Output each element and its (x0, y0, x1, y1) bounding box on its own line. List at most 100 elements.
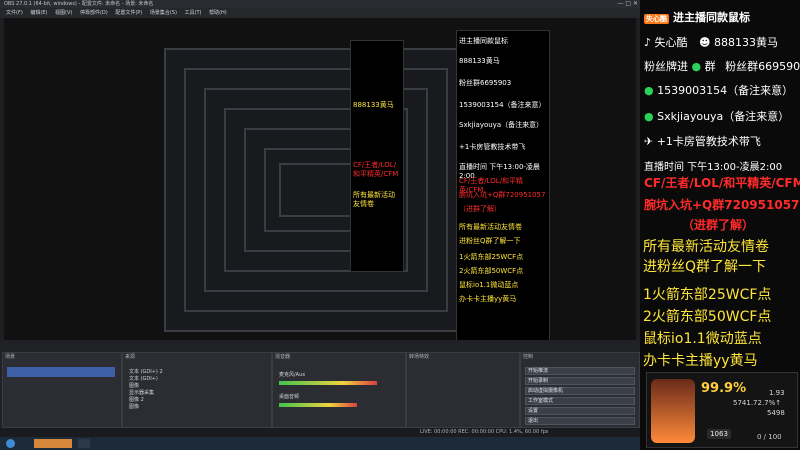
stats-value-2: 5498 (767, 409, 785, 417)
transitions-dock: 转场特效 (406, 352, 520, 428)
exit-label: 退出 (528, 418, 539, 424)
docks-area: 场景 来源 文本 (GDI+) 2 文本 (GDI+) 图像 显示器采集 图像 … (0, 340, 640, 428)
virtual-camera-button[interactable]: 启动虚拟摄像机 (525, 387, 635, 395)
studio-mode-label: 工作室模式 (528, 398, 554, 404)
mixer-dock: 混音器 麦克风/Aux 桌面音频 (272, 352, 406, 428)
overlay-join-line: 腕坑入坑+Q群720951057 (644, 196, 800, 213)
overlay-plane: +1卡房管教技术带飞 (656, 135, 761, 148)
mini-2-line2: 粉丝群6695903 (459, 79, 512, 87)
overlay-wx: Sxkjiayouya（备注来意） (657, 110, 790, 123)
source-item[interactable]: 图像 (129, 383, 265, 390)
mini-2-item3: 鼠标io1.1微动蓝点 (459, 281, 519, 289)
sources-title: 来源 (125, 354, 136, 360)
mixer-title: 混音器 (275, 354, 291, 360)
overlay-phone-line: ● 1539003154（备注来意） (644, 82, 798, 98)
start-recording-button[interactable]: 开始录制 (525, 377, 635, 385)
exit-button[interactable]: 退出 (525, 417, 635, 425)
overlay-item4: 办卡卡主播yy黄马 (643, 353, 758, 369)
start-streaming-label: 开始推流 (528, 368, 549, 374)
transitions-title: 转场特效 (409, 354, 430, 360)
mini-1-line1: 888133黄马 (353, 101, 394, 109)
stream-overlay-panel: 失心酷 进主播同款鼠标 ♪ 失心酷 ☻ 888133黄马 粉丝牌进 ● 群 粉丝群… (640, 0, 800, 450)
menu-help[interactable]: 帮助(H) (209, 10, 227, 16)
rocket-icon: ✈ (644, 135, 657, 148)
menu-file[interactable]: 文件(F) (6, 10, 23, 16)
overlay-join2-line: （进群了解） (644, 216, 792, 233)
overlay-line2-value: 粉丝群6695903 (725, 60, 800, 73)
source-item[interactable]: 文本 (GDI+) 2 (129, 369, 265, 376)
stats-value-1: 5741.72.7%↑ (733, 399, 782, 407)
mini-2-header: 进主播同款鼠标 (459, 37, 508, 45)
stats-card: 99.9% 5741.72.7%↑ 5498 1.93 1063 0 / 100 (646, 372, 798, 448)
menu-scene-collection[interactable]: 场景集合(S) (150, 10, 177, 16)
source-item[interactable]: 图像 (129, 404, 265, 411)
overlay-header: 失心酷 进主播同款鼠标 (644, 9, 798, 25)
overlay-line1: ♪ 失心酷 ☻ 888133黄马 (644, 34, 798, 50)
avatar-icon: ☻ (699, 36, 714, 49)
studio-mode-button[interactable]: 工作室模式 (525, 397, 635, 405)
overlay-item3-line: 鼠标io1.1微动蓝点 (643, 328, 798, 348)
menu-profile[interactable]: 配置文件(P) (115, 10, 142, 16)
settings-button[interactable]: 设置 (525, 407, 635, 415)
sources-dock: 来源 文本 (GDI+) 2 文本 (GDI+) 图像 显示器采集 图像 2 图… (122, 352, 272, 428)
mini-2-join2: （进群了解） (459, 205, 501, 213)
stats-value-3: 1.93 (769, 389, 785, 397)
mini-2-promo1: 所有最新活动友情卷 (459, 223, 522, 231)
overlay-line1-label: 失心酷 (654, 36, 688, 49)
overlay-item4-line: 办卡卡主播yy黄马 (643, 350, 798, 370)
wechat-icon: ● (691, 60, 705, 73)
overlay-line2-mid: 群 (704, 60, 716, 73)
start-streaming-button[interactable]: 开始推流 (525, 367, 635, 375)
overlay-phone: 1539003154（备注来意） (657, 84, 794, 97)
overlay-item3: 鼠标io1.1微动蓝点 (643, 331, 762, 347)
start-icon[interactable] (6, 439, 15, 448)
taskbar-app-1[interactable] (34, 439, 72, 448)
source-item[interactable]: 显示器采集 (129, 390, 265, 397)
overlay-item1-line: 1火箭东部25WCF点 (643, 284, 798, 304)
titlebar: OBS 27.0.1 (64-bit, windows) - 配置文件: 未命名… (0, 0, 640, 8)
window-title: OBS 27.0.1 (64-bit, windows) - 配置文件: 未命名… (4, 1, 154, 7)
scenes-title: 场景 (5, 354, 16, 360)
virtual-camera-label: 启动虚拟摄像机 (528, 388, 564, 394)
overlay-header-text: 进主播同款鼠标 (673, 11, 750, 24)
menu-view[interactable]: 视图(V) (55, 10, 72, 16)
sources-list: 文本 (GDI+) 2 文本 (GDI+) 图像 显示器采集 图像 2 图像 (129, 369, 265, 411)
mixer-track-2-label: 桌面音频 (279, 394, 300, 400)
mini-2-wx: Sxkjiayouya（备注来意） (459, 121, 544, 129)
overlay-time: 直播时间 下午13:00-凌晨2:00 (644, 162, 783, 173)
overlay-item2-line: 2火箭东部50WCF点 (643, 306, 798, 326)
scene-selected[interactable] (7, 367, 115, 377)
mini-2-line1: 888133黄马 (459, 57, 500, 65)
controls-dock: 控制 开始推流 开始录制 启动虚拟摄像机 工作室模式 设置 退出 (520, 352, 640, 428)
stats-percent: 99.9% (701, 381, 747, 396)
obs-window: OBS 27.0.1 (64-bit, windows) - 配置文件: 未命名… (0, 0, 640, 450)
menu-edit[interactable]: 编辑(E) (30, 10, 47, 16)
window-controls[interactable]: — □ ✕ (617, 0, 638, 8)
taskbar-app-2[interactable] (78, 439, 90, 448)
menu-tools[interactable]: 工具(T) (185, 10, 202, 16)
overlay-games: CF/王者/LOL/和平精英/CFM (644, 176, 800, 190)
source-item[interactable]: 文本 (GDI+) (129, 376, 265, 383)
mini-2-plane: +1卡房管教技术带飞 (459, 143, 526, 151)
stats-bottom: 0 / 100 (757, 433, 782, 441)
orange-badge-icon: 失心酷 (644, 14, 669, 24)
mini-2-item1: 1火箭东部25WCF点 (459, 253, 524, 261)
overlay-line2: 粉丝牌进 ● 群 粉丝群6695903 (644, 58, 800, 74)
source-item[interactable]: 图像 2 (129, 397, 265, 404)
mini-overlay-1: 888133黄马 CF/王者/LOL/和平精英/CFM 所有最新活动友情卷 (350, 40, 404, 272)
stats-id: 1063 (707, 429, 731, 439)
overlay-join: 腕坑入坑+Q群720951057 (644, 198, 800, 212)
menubar: 文件(F) 编辑(E) 视图(V) 停靠部件(D) 配置文件(P) 场景集合(S… (0, 8, 640, 18)
overlay-line1-value: 888133黄马 (714, 36, 778, 49)
overlay-promo2: 进粉丝Q群了解一下 (643, 259, 767, 275)
recursive-capture (164, 48, 468, 332)
overlay-promo1: 所有最新活动友情卷 (643, 239, 769, 255)
mini-1-line3: 所有最新活动友情卷 (353, 191, 395, 208)
preview-canvas[interactable]: 888133黄马 CF/王者/LOL/和平精英/CFM 所有最新活动友情卷 进主… (4, 18, 636, 340)
taskbar (0, 437, 640, 450)
menu-docks[interactable]: 停靠部件(D) (80, 10, 108, 16)
overlay-time-line: 直播时间 下午13:00-凌晨2:00 (644, 158, 798, 173)
overlay-item1: 1火箭东部25WCF点 (643, 287, 772, 303)
overlay-promo2-line: 进粉丝Q群了解一下 (643, 256, 798, 276)
overlay-item2: 2火箭东部50WCF点 (643, 309, 772, 325)
